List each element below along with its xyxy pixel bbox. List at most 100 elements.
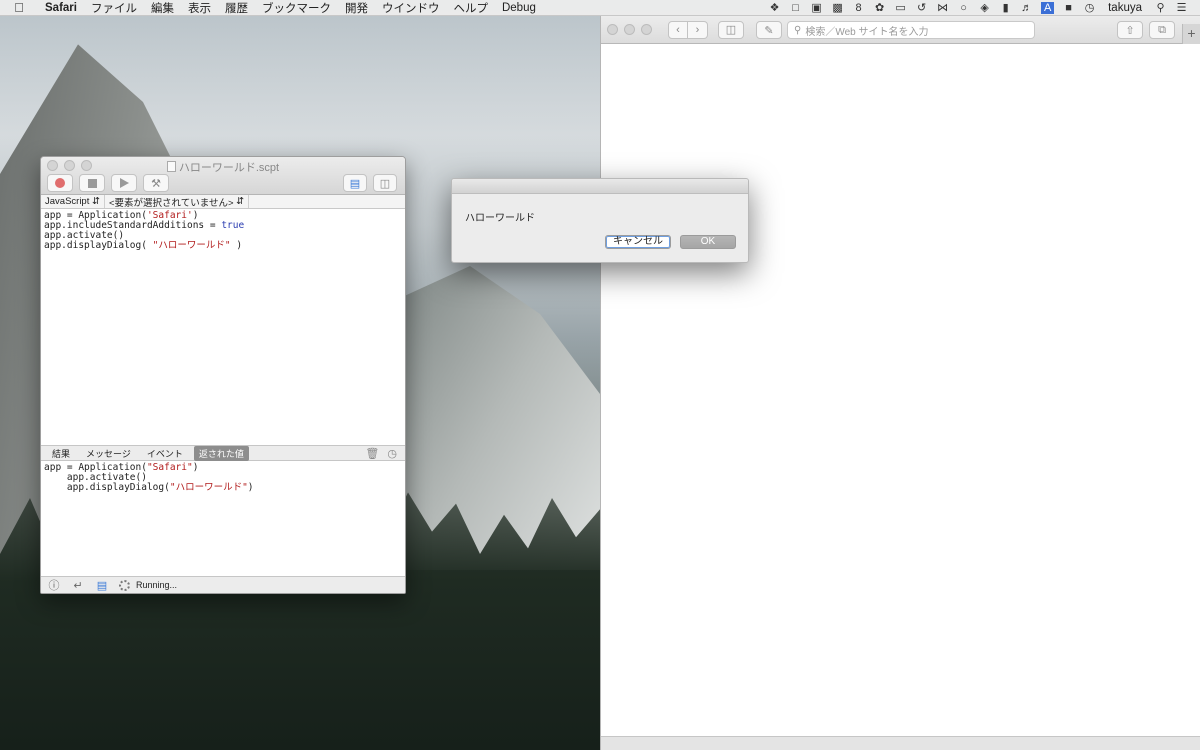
- element-popup[interactable]: <要素が選択されていません> ⇵: [105, 195, 250, 209]
- share-icon: ⇧: [1125, 24, 1135, 37]
- contacts-icon[interactable]: ▣: [806, 1, 827, 14]
- minimize-button[interactable]: [624, 24, 635, 35]
- spotlight-search-icon[interactable]: ⚲: [1150, 1, 1171, 14]
- editor-title: ハローワールド.scpt: [41, 159, 405, 175]
- history-icon[interactable]: ◷: [387, 447, 397, 460]
- menu-debug[interactable]: Debug: [495, 2, 543, 14]
- script-editor-window: ハローワールド.scpt ⚒ ▤ ◫ JavaScript ⇵ <要素が選択され…: [40, 156, 406, 594]
- square-icon[interactable]: □: [785, 2, 806, 14]
- forward-button[interactable]: ›: [688, 20, 708, 39]
- toggle-library-button[interactable]: ◫: [373, 174, 397, 192]
- result-pane[interactable]: app = Application("Safari") app.activate…: [41, 461, 405, 577]
- tab-events[interactable]: イベント: [142, 446, 188, 461]
- menu-help[interactable]: ヘルプ: [446, 0, 495, 16]
- tab-replies[interactable]: 返された値: [193, 445, 249, 461]
- volume-icon[interactable]: ♬: [1016, 2, 1037, 14]
- cancel-button[interactable]: キャンセル: [605, 235, 671, 249]
- compile-button[interactable]: ⚒: [143, 174, 169, 192]
- menu-develop[interactable]: 開発: [338, 0, 375, 16]
- ok-button[interactable]: OK: [680, 235, 736, 249]
- tab-result[interactable]: 結果: [47, 446, 75, 461]
- side-panel-icon: ◫: [379, 177, 391, 190]
- address-placeholder: 検索／Web サイト名を入力: [805, 26, 929, 38]
- time-machine-icon[interactable]: ↺: [911, 1, 932, 14]
- menu-bookmarks[interactable]: ブックマーク: [255, 0, 338, 16]
- hammer-icon: ⚒: [151, 177, 161, 190]
- back-button[interactable]: ‹: [668, 20, 688, 39]
- share-button[interactable]: ⇧: [1117, 21, 1143, 39]
- menu-view[interactable]: 表示: [181, 0, 218, 16]
- lock-icon[interactable]: ■: [1058, 2, 1079, 14]
- apple-menu-icon[interactable]: : [0, 0, 38, 15]
- editor-titlebar: ハローワールド.scpt ⚒ ▤ ◫: [41, 157, 405, 195]
- airplay-icon[interactable]: ▭: [890, 1, 911, 14]
- safari-status-bar: [601, 736, 1200, 750]
- menu-window[interactable]: ウインドウ: [375, 0, 447, 16]
- sidebar-button[interactable]: ◫: [718, 20, 744, 39]
- input-source-icon[interactable]: A: [1041, 1, 1055, 14]
- chevron-left-icon: ‹: [676, 23, 680, 36]
- results-icons: 🗑︎ ◷: [365, 447, 397, 460]
- element-label: <要素が選択されていません>: [108, 197, 234, 209]
- chevron-right-icon: ›: [695, 23, 700, 36]
- info-icon[interactable]: ⓘ: [47, 577, 61, 593]
- reader-button[interactable]: ✎: [756, 21, 782, 39]
- notification-center-icon[interactable]: ☰: [1171, 1, 1192, 14]
- stop-button[interactable]: [79, 174, 105, 192]
- close-button[interactable]: [607, 24, 618, 35]
- safari-toolbar: ‹ › ◫ ✎ ⚲ 検索／Web サイト名を入力 ⇧ ⧉ +: [601, 16, 1200, 44]
- code-line: app.displayDialog( "ハローワールド" ): [44, 240, 243, 251]
- spinner-icon: [119, 579, 130, 591]
- menu-bar:  Safari ファイル 編集 表示 履歴 ブックマーク 開発 ウインドウ ヘ…: [0, 0, 1200, 16]
- editor-status-bar: ⓘ ↵ ▤ Running...: [41, 576, 405, 593]
- record-icon: [55, 178, 65, 188]
- tabs-icon: ⧉: [1158, 23, 1166, 36]
- back-forward-group: ‹ ›: [668, 20, 708, 39]
- view-toggles: ▤ ◫: [343, 174, 397, 192]
- menu-history[interactable]: 履歴: [218, 0, 255, 16]
- status-area: ❖ □ ▣ ▩ 8 ✿ ▭ ↺ ⋈ ○ ◈ ▮ ♬ A ■ ◷ takuya ⚲…: [764, 1, 1200, 14]
- trash-icon[interactable]: 🗑︎: [365, 447, 379, 460]
- language-label: JavaScript: [45, 196, 90, 207]
- editor-title-text: ハローワールド.scpt: [178, 162, 280, 174]
- sidebar-icon: ◫: [725, 24, 737, 36]
- language-popup[interactable]: JavaScript ⇵: [41, 195, 105, 208]
- menu-app-name[interactable]: Safari: [38, 2, 84, 14]
- dropbox-icon[interactable]: ❖: [764, 1, 785, 14]
- new-tab-button[interactable]: +: [1182, 24, 1200, 44]
- safari-content-area: [601, 44, 1200, 734]
- zoom-button[interactable]: [641, 24, 652, 35]
- script-source[interactable]: app = Application('Safari') app.includeSt…: [41, 209, 405, 445]
- run-button[interactable]: [111, 174, 137, 192]
- document-icon: [166, 161, 176, 172]
- calendar-icon[interactable]: 8: [848, 2, 869, 14]
- chat-icon[interactable]: ○: [953, 2, 974, 14]
- wifi-icon[interactable]: ◈: [974, 1, 995, 14]
- paw-icon[interactable]: ✿: [869, 1, 890, 14]
- record-button[interactable]: [47, 174, 73, 192]
- bluetooth-icon[interactable]: ⋈: [932, 1, 953, 14]
- pencil-icon: ✎: [764, 24, 774, 37]
- clock-icon[interactable]: ◷: [1079, 1, 1100, 14]
- display-dialog: ハローワールド キャンセル OK: [451, 178, 749, 263]
- show-all-tabs-button[interactable]: ⧉: [1149, 21, 1175, 39]
- battery-icon[interactable]: ▮: [995, 1, 1016, 14]
- safari-window: ‹ › ◫ ✎ ⚲ 検索／Web サイト名を入力 ⇧ ⧉ +: [600, 16, 1200, 750]
- bottom-panel-icon: ▤: [349, 177, 361, 190]
- menu-file[interactable]: ファイル: [84, 0, 144, 16]
- return-icon[interactable]: ↵: [71, 579, 85, 592]
- dialog-message: ハローワールド: [465, 213, 535, 224]
- log-icon[interactable]: ▤: [95, 579, 109, 592]
- safari-window-controls: [607, 24, 652, 35]
- menu-edit[interactable]: 編集: [144, 0, 181, 16]
- camera-icon[interactable]: ▩: [827, 1, 848, 14]
- tab-messages[interactable]: メッセージ: [81, 446, 136, 461]
- status-text: Running...: [136, 580, 178, 590]
- editor-tools: ⚒: [47, 174, 169, 192]
- dialog-titlebar: [452, 179, 748, 194]
- navigation-bar: JavaScript ⇵ <要素が選択されていません> ⇵: [41, 195, 405, 209]
- toggle-log-button[interactable]: ▤: [343, 174, 367, 192]
- user-name[interactable]: takuya: [1100, 2, 1150, 14]
- address-bar[interactable]: ⚲ 検索／Web サイト名を入力: [787, 21, 1035, 39]
- search-icon: ⚲: [794, 24, 802, 36]
